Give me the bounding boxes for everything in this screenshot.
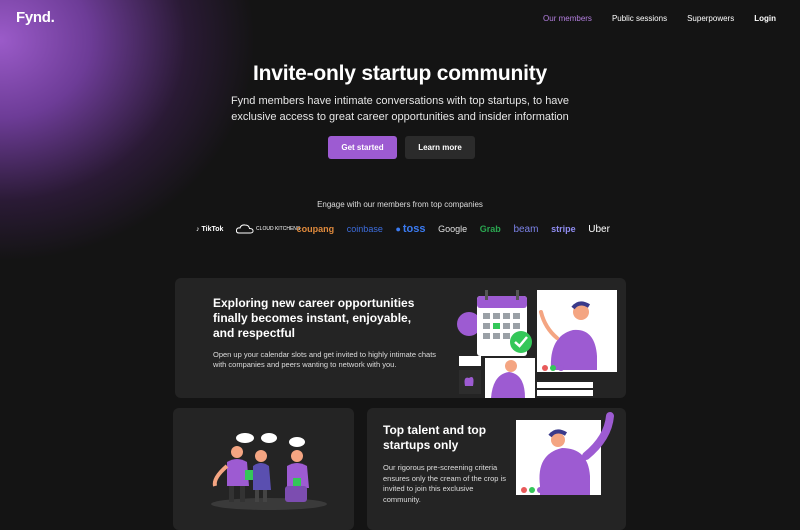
feature-talent-body: Our rigorous pre-screening criteria ensu… — [383, 463, 506, 504]
nav-links: Our members Public sessions Superpowers … — [543, 14, 776, 23]
feature-talent-title: Top talent and top startups only — [383, 423, 487, 452]
grab-logo: Grab — [479, 224, 501, 234]
feature-career-body: Open up your calendar slots and get invi… — [213, 350, 437, 369]
calendar-chat-illustration — [457, 290, 617, 398]
stripe-logo: stripe — [551, 224, 576, 234]
cloud-icon — [235, 224, 254, 234]
beam-logo: beam — [513, 223, 539, 235]
get-started-button[interactable]: Get started — [328, 136, 397, 159]
uber-logo: Uber — [588, 223, 610, 235]
logo[interactable]: Fynd. — [16, 9, 55, 26]
nav-our-members[interactable]: Our members — [543, 14, 592, 23]
networking-people-illustration — [211, 433, 327, 510]
toss-drop-icon: ● — [395, 224, 401, 234]
top-nav: Fynd. Our members Public sessions Superp… — [0, 0, 800, 36]
company-logos: ♪ TikTok CLOUD KITCHENS coupang coinbase … — [196, 222, 610, 236]
hero-title: Invite-only startup community — [252, 62, 548, 85]
coupang-logo: coupang — [296, 224, 335, 234]
nav-superpowers[interactable]: Superpowers — [687, 14, 734, 23]
companies-heading: Engage with our members from top compani… — [317, 200, 483, 209]
cloudkitchens-logo: CLOUD KITCHENS — [235, 224, 300, 234]
nav-login[interactable]: Login — [754, 14, 776, 23]
learn-more-button[interactable]: Learn more — [405, 136, 475, 159]
feature-card-talent: Top talent and top startups only Our rig… — [367, 408, 626, 530]
google-logo: Google — [438, 224, 468, 234]
coinbase-logo: coinbase — [346, 224, 383, 234]
feature-card-career: Exploring new career opportunities final… — [175, 278, 626, 398]
nav-public-sessions[interactable]: Public sessions — [612, 14, 667, 23]
video-call-illustration — [516, 412, 614, 495]
hero-subtitle: Fynd members have intimate conversations… — [230, 95, 570, 123]
feature-career-title: Exploring new career opportunities final… — [213, 296, 415, 340]
tiktok-logo: ♪ TikTok — [196, 225, 224, 233]
tiktok-note-icon: ♪ — [196, 225, 200, 233]
feature-card-networking — [173, 408, 354, 530]
toss-logo: ● toss — [395, 223, 426, 235]
